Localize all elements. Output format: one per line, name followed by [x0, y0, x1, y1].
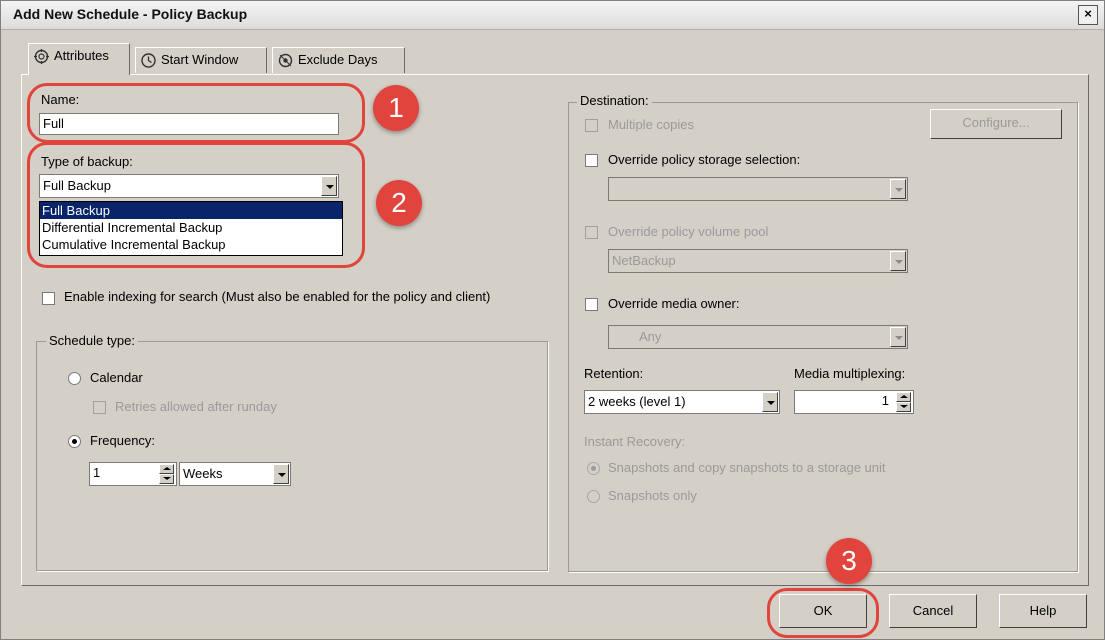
multiplexing-label: Media multiplexing: [794, 366, 906, 381]
storage-select[interactable] [608, 177, 908, 201]
spin-up-icon[interactable] [159, 464, 174, 474]
volume-pool-select[interactable]: NetBackup [608, 249, 908, 273]
configure-button[interactable]: Configure... [930, 109, 1062, 139]
override-pool-checkbox[interactable] [585, 226, 598, 239]
retention-label: Retention: [584, 366, 644, 381]
spin-up-icon[interactable] [896, 392, 911, 402]
ir-snapshots-only-radio[interactable] [587, 490, 600, 503]
title-bar: Add New Schedule - Policy Backup × [1, 1, 1104, 30]
frequency-radio[interactable] [68, 435, 81, 448]
spin-down-icon[interactable] [896, 402, 911, 412]
ir-snapshots-copy-radio[interactable] [587, 462, 600, 475]
instant-recovery-label: Instant Recovery: [584, 434, 686, 449]
ir-snapshots-copy-label: Snapshots and copy snapshots to a storag… [608, 460, 886, 475]
chevron-down-icon[interactable] [890, 251, 906, 271]
multiple-copies-checkbox[interactable] [585, 119, 598, 132]
override-owner-label: Override media owner: [608, 296, 740, 311]
annotation-ring-ok [767, 588, 879, 638]
chevron-down-icon[interactable] [890, 327, 906, 347]
callout-3-badge: 3 [826, 538, 872, 584]
tab-exclude-days[interactable]: Exclude Days [272, 47, 405, 73]
add-schedule-dialog: Add New Schedule - Policy Backup × Attri… [0, 0, 1105, 640]
help-button[interactable]: Help [999, 594, 1087, 628]
chevron-down-icon[interactable] [273, 464, 289, 484]
media-owner-select[interactable]: Any [608, 325, 908, 349]
frequency-unit-value: Weeks [183, 466, 223, 481]
retries-checkbox[interactable] [93, 401, 106, 414]
volume-pool-value: NetBackup [612, 253, 676, 268]
calendar-label: Calendar [90, 370, 143, 385]
calendar-radio[interactable] [68, 372, 81, 385]
ir-snapshots-only-label: Snapshots only [608, 488, 697, 503]
media-owner-value: Any [639, 329, 662, 344]
retries-label: Retries allowed after runday [115, 399, 277, 414]
annotation-ring-backup-type [27, 142, 365, 268]
gear-icon [34, 49, 49, 65]
tab-attributes-label: Attributes [54, 48, 109, 63]
retention-select[interactable]: 2 weeks (level 1) [584, 390, 780, 414]
callout-1-badge: 1 [373, 85, 419, 131]
retention-value: 2 weeks (level 1) [588, 394, 686, 409]
spin-down-icon[interactable] [159, 474, 174, 484]
annotation-ring-name [27, 83, 365, 143]
indexing-checkbox[interactable] [42, 292, 55, 305]
multiple-copies-label: Multiple copies [608, 117, 694, 132]
clock-icon [141, 53, 156, 68]
cancel-button[interactable]: Cancel [889, 594, 977, 628]
frequency-unit-select[interactable]: Weeks [179, 462, 291, 486]
destination-label: Destination: [577, 93, 652, 108]
close-button[interactable]: × [1078, 5, 1098, 25]
tab-exclude-days-label: Exclude Days [298, 52, 378, 67]
chevron-down-icon[interactable] [762, 392, 778, 412]
override-owner-checkbox[interactable] [585, 298, 598, 311]
indexing-label: Enable indexing for search (Must also be… [64, 289, 491, 304]
tab-start-window[interactable]: Start Window [135, 47, 267, 73]
calendar-gear-icon [278, 53, 293, 68]
override-storage-checkbox[interactable] [585, 154, 598, 167]
tab-attributes[interactable]: Attributes [28, 43, 130, 75]
chevron-down-icon[interactable] [890, 179, 906, 199]
callout-2-badge: 2 [376, 180, 422, 226]
window-title: Add New Schedule - Policy Backup [13, 6, 248, 22]
frequency-label: Frequency: [90, 433, 156, 448]
schedule-type-label: Schedule type: [46, 333, 139, 348]
override-storage-label: Override policy storage selection: [608, 152, 801, 167]
tab-start-window-label: Start Window [161, 52, 239, 67]
override-pool-label: Override policy volume pool [608, 224, 769, 239]
